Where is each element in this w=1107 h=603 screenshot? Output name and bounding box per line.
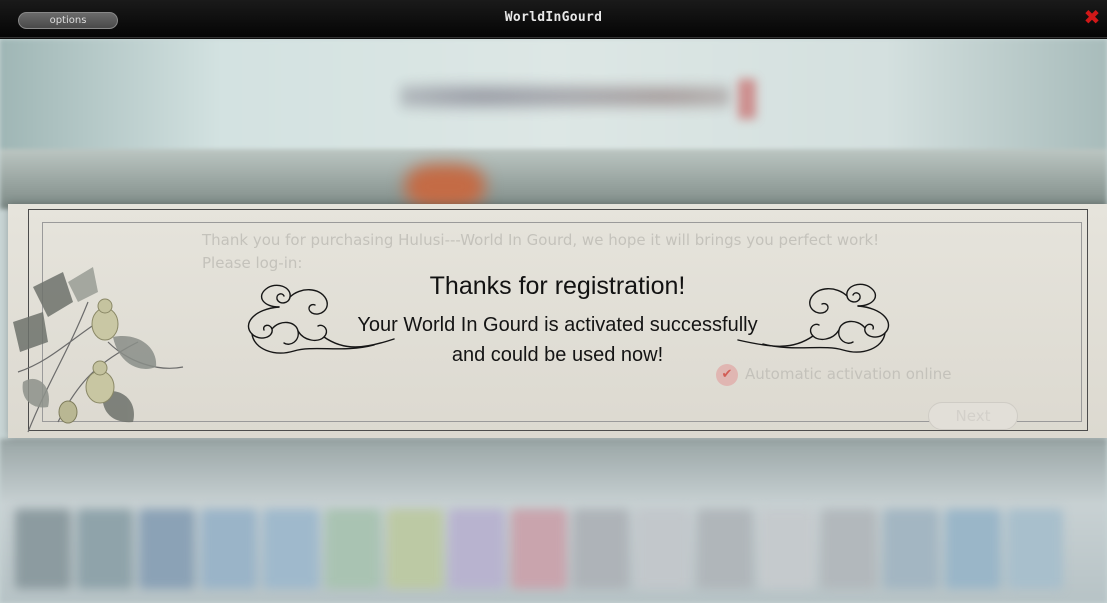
window-title: WorldInGourd — [504, 10, 603, 25]
keyboard-blurred — [0, 509, 1107, 603]
intro-text: Thank you for purchasing Hulusi---World … — [202, 231, 880, 249]
registration-dialog: Thank you for purchasing Hulusi---World … — [8, 204, 1107, 438]
check-icon: ✔ — [716, 364, 738, 386]
next-button: Next — [928, 402, 1018, 430]
banner-decoration — [405, 164, 485, 209]
success-heading: Thanks for registration! — [429, 272, 686, 300]
banner-background — [0, 39, 1107, 209]
success-message-line1: Your World In Gourd is activated success… — [357, 314, 758, 336]
auto-activation-label: Automatic activation online — [745, 365, 952, 383]
success-message-line2: and could be used now! — [451, 344, 664, 366]
logo-blurred — [400, 74, 730, 119]
logo-seal-blurred — [738, 79, 756, 119]
login-prompt: Please log-in: — [202, 254, 303, 272]
title-bar: options WorldInGourd ✖ — [0, 0, 1107, 38]
close-icon[interactable]: ✖ — [1081, 6, 1103, 28]
